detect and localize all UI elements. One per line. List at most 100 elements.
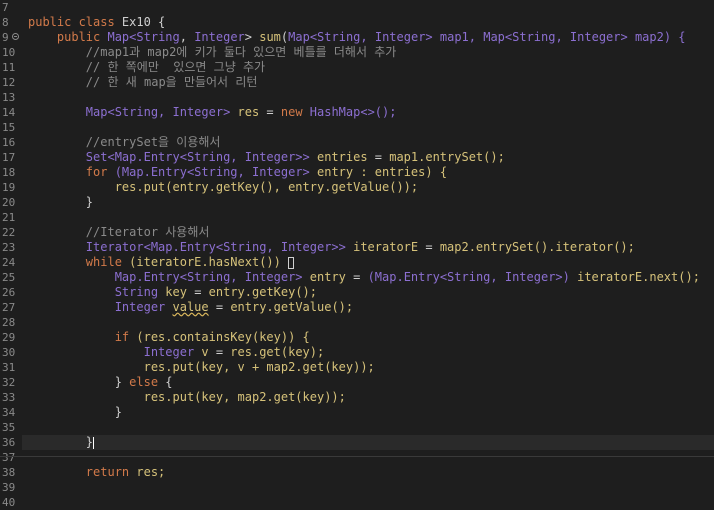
code-line[interactable]: 13 <box>2 90 714 105</box>
code-token: res.put(entry.getKey(), entry.getValue()… <box>28 180 419 194</box>
line-number: 38 <box>2 466 16 479</box>
code-line[interactable]: 8 public class Ex10 { <box>2 15 714 30</box>
line-number: 19 <box>2 181 16 194</box>
line-number: 24 <box>2 256 16 269</box>
code-line[interactable]: 24 while (iteratorE.hasNext()) <box>2 255 714 270</box>
code-line[interactable]: 25 Map.Entry<String, Integer> entry = (M… <box>2 270 714 285</box>
line-number: 33 <box>2 391 16 404</box>
line-number: 17 <box>2 151 16 164</box>
code-text: public class Ex10 { <box>22 15 165 29</box>
code-token: Integer <box>28 300 173 314</box>
code-text: } <box>22 435 95 449</box>
code-token: map2.entrySet().iterator(); <box>439 240 635 254</box>
code-token: Integer <box>28 345 202 359</box>
code-text: Map<String, Integer> res = new HashMap<>… <box>22 105 397 119</box>
code-token: map1.entrySet(); <box>389 150 505 164</box>
code-token: } <box>28 375 130 389</box>
line-number: 15 <box>2 121 16 134</box>
code-token: value <box>172 300 209 314</box>
code-text: } else { <box>22 375 173 389</box>
code-text: Integer value = entry.getValue(); <box>22 300 353 314</box>
code-area[interactable]: 7 8 public class Ex10 {9 public Map<String… <box>2 0 714 509</box>
code-text: } <box>22 405 122 419</box>
line-number: 14 <box>2 106 16 119</box>
code-token: String <box>28 285 166 299</box>
code-line[interactable]: 9 public Map<String, Integer> sum(Map<St… <box>2 30 714 45</box>
code-token: //map1과 map2에 키가 둘다 있으면 베틀를 더해서 추가 <box>28 45 397 59</box>
code-token: } <box>28 195 94 209</box>
code-token: , <box>179 30 195 44</box>
code-token: //Iterator 사용해서 <box>28 225 210 239</box>
code-line[interactable]: 34 } <box>2 405 714 420</box>
code-line[interactable]: 18 for (Map.Entry<String, Integer> entry… <box>2 165 714 180</box>
code-line[interactable]: 23 Iterator<Map.Entry<String, Integer>> … <box>2 240 714 255</box>
code-token: = <box>194 285 209 299</box>
code-line[interactable]: 37 <box>2 450 714 465</box>
code-token: iteratorE.next(); <box>577 270 700 284</box>
code-line[interactable]: 29 if (res.containsKey(key)) { <box>2 330 714 345</box>
line-number: 12 <box>2 76 16 89</box>
code-line[interactable]: 10 //map1과 map2에 키가 둘다 있으면 베틀를 더해서 추가 <box>2 45 714 60</box>
code-text: res.put(key, v + map2.get(key)); <box>22 360 375 374</box>
code-token: Ex10 { <box>121 15 166 29</box>
code-line[interactable]: 31 res.put(key, v + map2.get(key)); <box>2 360 714 375</box>
code-text: while (iteratorE.hasNext()) <box>22 255 295 269</box>
line-number: 26 <box>2 286 16 299</box>
line-number: 37 <box>2 451 16 464</box>
line-number: 22 <box>2 226 16 239</box>
code-line[interactable]: 19 res.put(entry.getKey(), entry.getValu… <box>2 180 714 195</box>
code-line[interactable]: 7 <box>2 0 714 15</box>
code-line[interactable]: 38 return res; <box>2 465 714 480</box>
line-number: 16 <box>2 136 16 149</box>
code-text: public Map<String, Integer> sum(Map<Stri… <box>22 30 686 44</box>
line-number: 28 <box>2 316 16 329</box>
code-text: //entrySet을 이용해서 <box>22 135 221 149</box>
code-line[interactable]: 12 // 한 새 map을 만들어서 리턴 <box>2 75 714 90</box>
code-line[interactable]: 15 <box>2 120 714 135</box>
code-text: Iterator<Map.Entry<String, Integer>> ite… <box>22 240 635 254</box>
code-line[interactable]: 16 //entrySet을 이용해서 <box>2 135 714 150</box>
code-line[interactable]: 28 <box>2 315 714 330</box>
code-token: { <box>165 375 173 389</box>
code-line[interactable]: 21 <box>2 210 714 225</box>
fold-toggle-icon[interactable] <box>12 33 19 40</box>
code-token: for <box>28 165 115 179</box>
code-line[interactable]: 22 //Iterator 사용해서 <box>2 225 714 240</box>
code-line[interactable]: 33 res.put(key, map2.get(key)); <box>2 390 714 405</box>
code-token: entry.getValue(); <box>230 300 354 314</box>
code-line[interactable]: 14 Map<String, Integer> res = new HashMa… <box>2 105 714 120</box>
code-token: Integer <box>194 30 245 44</box>
code-token: sum <box>259 30 281 44</box>
code-line[interactable]: 11 // 한 쪽에만 있으면 그냥 추가 <box>2 60 714 75</box>
code-token: public <box>28 30 108 44</box>
code-line[interactable]: 26 String key = entry.getKey(); <box>2 285 714 300</box>
line-number: 7 <box>2 1 9 14</box>
code-token: = <box>215 345 231 359</box>
code-editor[interactable]: 7 8 public class Ex10 {9 public Map<String… <box>0 0 714 509</box>
code-line[interactable]: 20 } <box>2 195 714 210</box>
code-line[interactable]: 39 <box>2 480 714 495</box>
code-line[interactable]: 35 <box>2 420 714 435</box>
line-number: 20 <box>2 196 16 209</box>
code-token: HashMap<>(); <box>309 105 397 119</box>
code-token: = <box>425 240 440 254</box>
code-line[interactable]: 36 } <box>2 435 714 450</box>
code-line[interactable]: 17 Set<Map.Entry<String, Integer>> entri… <box>2 150 714 165</box>
code-line[interactable]: 30 Integer v = res.get(key); <box>2 345 714 360</box>
line-number: 10 <box>2 46 16 59</box>
code-token: = <box>266 105 281 119</box>
line-number: 35 <box>2 421 16 434</box>
code-line[interactable]: 27 Integer value = entry.getValue(); <box>2 300 714 315</box>
code-token: : entries) { <box>360 165 448 179</box>
code-line[interactable]: 32 } else { <box>2 375 714 390</box>
code-token: // 한 새 map을 만들어서 리턴 <box>28 75 258 89</box>
line-number: 36 <box>2 436 16 449</box>
code-token: new <box>280 105 310 119</box>
code-token: res.get(key); <box>230 345 325 359</box>
code-token: (iteratorE.hasNext()) <box>129 255 289 269</box>
